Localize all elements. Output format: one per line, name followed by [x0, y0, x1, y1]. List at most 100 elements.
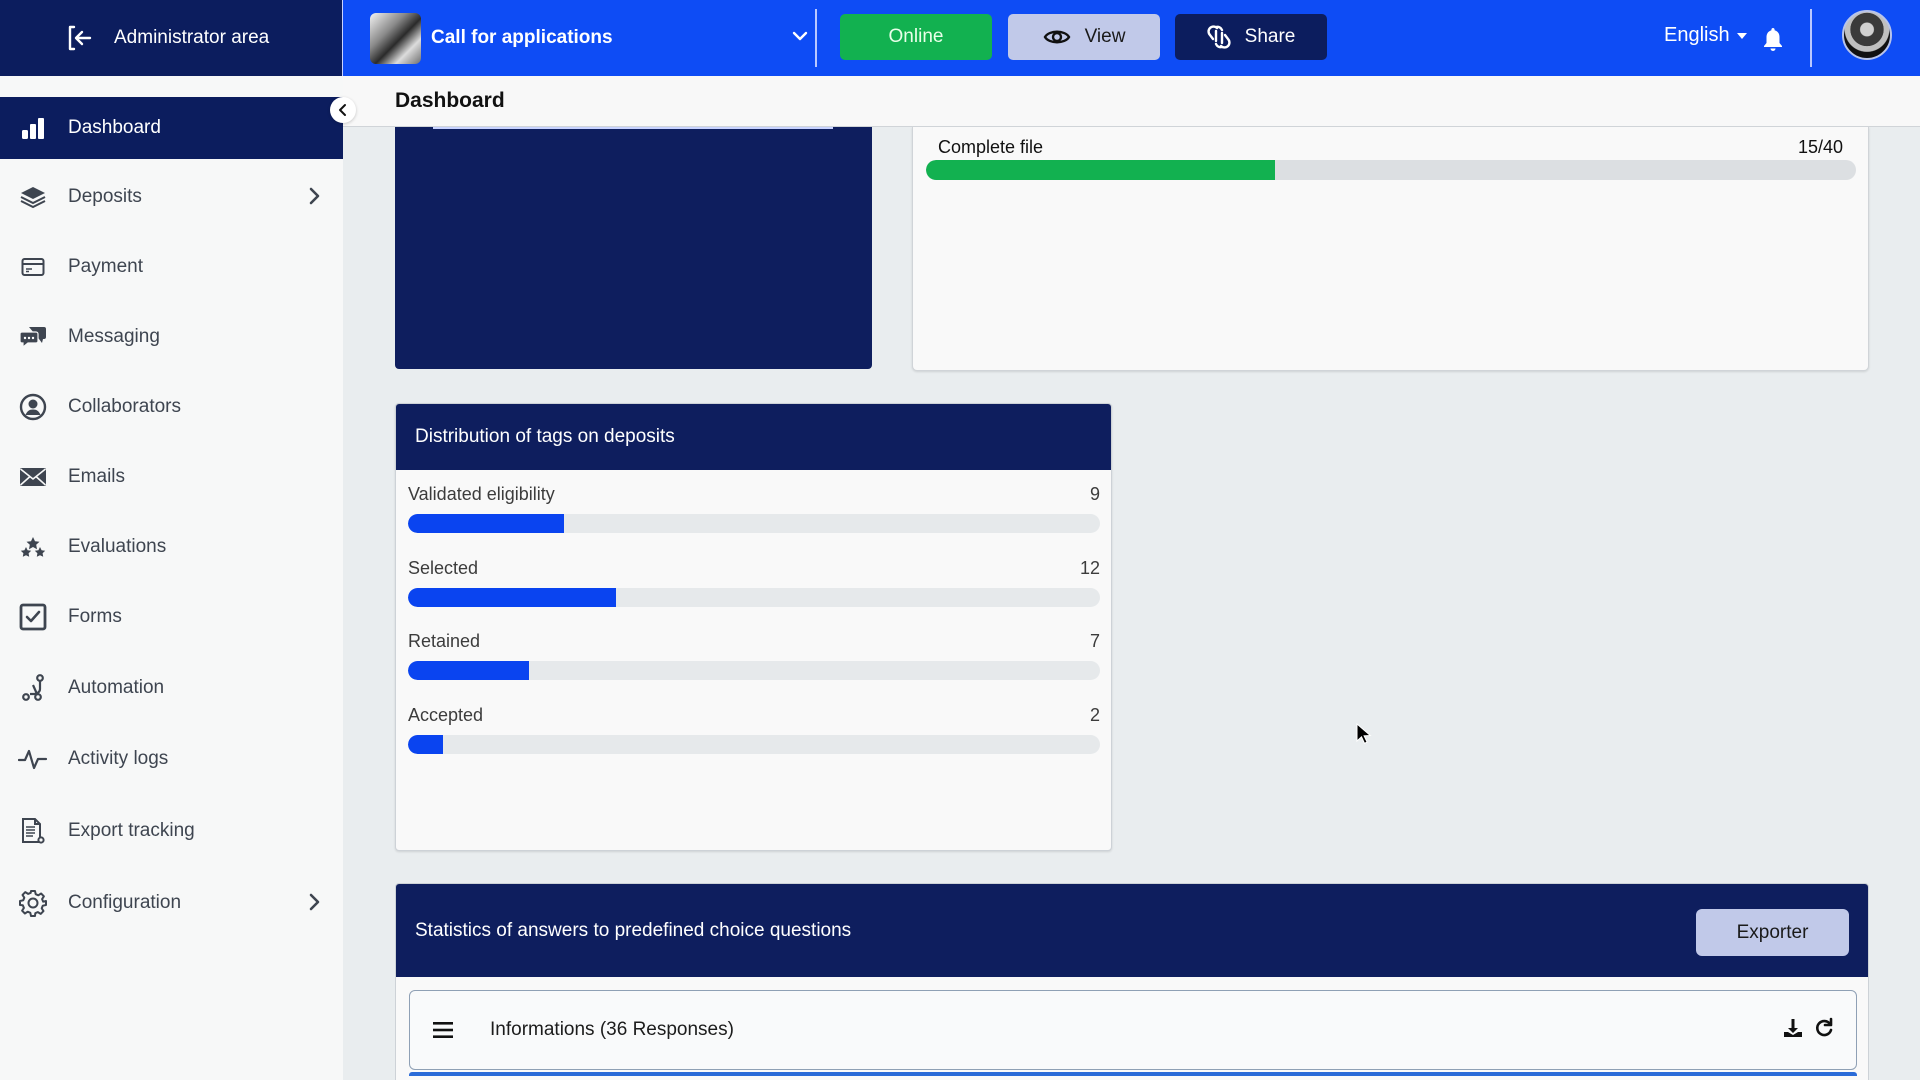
mouse-cursor-icon — [1356, 723, 1372, 744]
bar-chart-icon — [18, 113, 48, 143]
online-status-label: Online — [888, 26, 944, 47]
question-section[interactable]: Informations (36 Responses) — [409, 990, 1857, 1070]
tag-label: Selected — [408, 557, 479, 578]
caret-down-icon — [1736, 32, 1747, 39]
question-section-actions — [1782, 1017, 1834, 1039]
credit-card-icon — [18, 252, 48, 282]
online-status-button[interactable]: Online — [840, 14, 992, 60]
tag-bar-track — [408, 661, 1100, 680]
share-label: Share — [1244, 26, 1296, 47]
tag-bar-track — [408, 587, 1100, 607]
topbar-divider — [815, 9, 817, 67]
sidebar-item-label: Deposits — [68, 186, 142, 207]
complete-file-progress-track — [926, 160, 1856, 180]
tag-label: Validated eligibility — [408, 484, 555, 504]
tag-row: Selected 12 — [408, 558, 1100, 618]
language-selector[interactable]: English — [1664, 24, 1747, 47]
hamburger-menu-icon[interactable] — [432, 1021, 454, 1039]
complete-file-value: 15/40 — [1797, 137, 1843, 157]
sidebar: Dashboard Deposits Payment Messaging Col… — [0, 76, 343, 1080]
layers-icon — [18, 182, 48, 212]
next-section-edge — [409, 1072, 1857, 1076]
campaign-title: Call for applications — [431, 27, 613, 48]
sidebar-item-forms[interactable]: Forms — [0, 586, 343, 648]
statistics-card-title: Statistics of answers to predefined choi… — [415, 919, 852, 941]
envelope-icon — [18, 462, 48, 492]
chevron-right-icon — [309, 893, 320, 911]
complete-file-progress-fill — [926, 160, 1275, 180]
sidebar-item-label: Emails — [68, 466, 126, 487]
stars-icon — [18, 532, 48, 562]
view-button[interactable]: View — [1008, 14, 1160, 60]
download-icon[interactable] — [1782, 1017, 1804, 1039]
eye-icon — [1043, 30, 1070, 44]
language-label: English — [1664, 24, 1730, 46]
sidebar-item-configuration[interactable]: Configuration — [0, 872, 343, 934]
tag-count: 7 — [1089, 631, 1100, 651]
tag-bar-fill — [408, 587, 616, 607]
sidebar-item-label: Payment — [68, 256, 143, 277]
collapse-sidebar-button[interactable] — [330, 97, 356, 123]
chevron-right-icon — [309, 187, 320, 205]
share-button[interactable]: Share — [1175, 14, 1327, 60]
campaign-selector[interactable]: Call for applications — [370, 10, 810, 66]
link-icon — [1207, 25, 1231, 49]
tags-distribution-card: Distribution of tags on deposits Validat… — [395, 403, 1112, 851]
sidebar-item-label: Evaluations — [68, 536, 167, 557]
exporter-button[interactable]: Exporter — [1696, 909, 1849, 956]
tag-bar-track — [408, 514, 1100, 533]
tag-count: 12 — [1079, 557, 1100, 578]
view-label: View — [1084, 26, 1126, 47]
sidebar-item-label: Activity logs — [68, 748, 169, 769]
top-bar: Administrator area Call for applications… — [0, 0, 1920, 76]
sidebar-item-label: Collaborators — [68, 396, 181, 417]
refresh-icon[interactable] — [1814, 1017, 1834, 1039]
tag-count: 9 — [1089, 484, 1100, 504]
sidebar-item-collaborators[interactable]: Collaborators — [0, 376, 343, 438]
sidebar-item-messaging[interactable]: Messaging — [0, 306, 343, 368]
pulse-icon — [18, 744, 48, 774]
sidebar-item-payment[interactable]: Payment — [0, 236, 343, 298]
tag-bar-fill — [408, 661, 530, 680]
sidebar-item-deposits[interactable]: Deposits — [0, 166, 343, 228]
page-title: Dashboard — [395, 89, 505, 112]
page-header: Dashboard — [343, 76, 1920, 127]
sidebar-item-automation[interactable]: Automation — [0, 657, 343, 719]
tags-card-header: Distribution of tags on deposits — [396, 404, 1111, 470]
tag-bar-fill — [408, 514, 564, 533]
exporter-label: Exporter — [1736, 921, 1809, 943]
sidebar-item-export-tracking[interactable]: Export tracking — [0, 800, 343, 862]
sidebar-item-label: Dashboard — [68, 117, 161, 138]
sidebar-item-activity-logs[interactable]: Activity logs — [0, 728, 343, 790]
tag-bar-fill — [408, 734, 443, 754]
complete-file-card: Complete file 15/40 — [912, 127, 1869, 371]
sidebar-item-label: Configuration — [68, 892, 182, 913]
tags-card-title: Distribution of tags on deposits — [415, 426, 675, 447]
tag-label: Accepted — [408, 704, 484, 725]
sidebar-item-label: Export tracking — [68, 820, 195, 841]
administrator-area-link[interactable]: Administrator area — [0, 0, 343, 76]
administrator-area-label: Administrator area — [114, 27, 270, 48]
document-export-icon — [18, 816, 48, 846]
complete-file-label: Complete file — [938, 137, 1044, 157]
chat-bubbles-icon — [18, 322, 48, 352]
user-circle-icon — [18, 392, 48, 422]
chevron-down-icon — [792, 31, 808, 41]
tag-bar-track — [408, 734, 1100, 754]
exit-arrow-icon — [68, 25, 92, 51]
gear-icon — [18, 888, 48, 918]
workflow-icon — [18, 673, 48, 703]
bell-icon[interactable] — [1762, 26, 1784, 52]
sidebar-item-label: Messaging — [68, 326, 160, 347]
sidebar-item-label: Forms — [68, 606, 122, 627]
statistics-card-header: Statistics of answers to predefined choi… — [396, 884, 1868, 977]
sidebar-item-dashboard[interactable]: Dashboard — [0, 97, 343, 159]
tag-label: Retained — [408, 631, 481, 651]
tag-row: Accepted 2 — [408, 705, 1100, 765]
campaign-thumbnail — [370, 12, 421, 64]
user-avatar[interactable] — [1842, 10, 1892, 60]
summary-card — [395, 127, 872, 369]
checkbox-icon — [18, 602, 48, 632]
sidebar-item-emails[interactable]: Emails — [0, 446, 343, 508]
sidebar-item-evaluations[interactable]: Evaluations — [0, 516, 343, 578]
